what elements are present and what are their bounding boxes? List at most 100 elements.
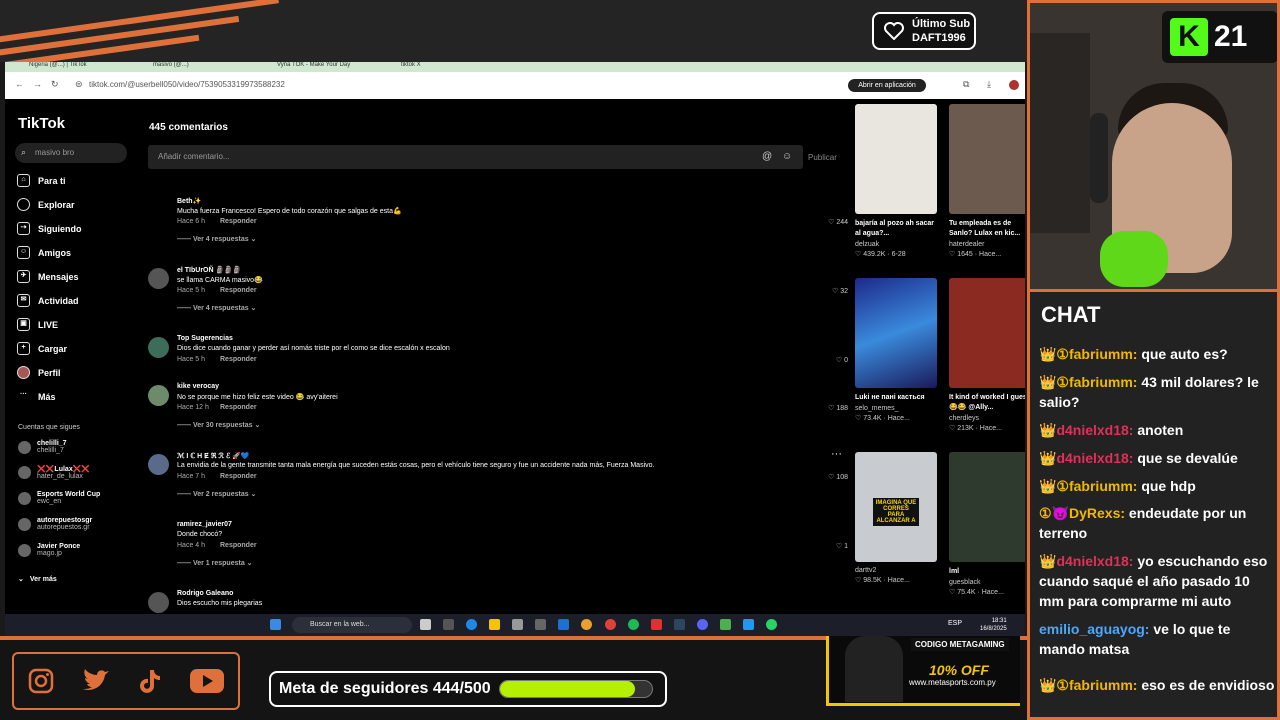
video-thumbnail[interactable]	[855, 104, 937, 214]
profile-avatar[interactable]	[1009, 80, 1019, 90]
video-thumbnail[interactable]	[949, 104, 1025, 214]
store-icon[interactable]	[535, 619, 546, 630]
nav-mensajes[interactable]: ✈ Mensajes	[17, 270, 79, 283]
site-info-icon[interactable]: ⊜	[75, 79, 83, 90]
chat-username[interactable]: emilio_aguayog:	[1039, 621, 1149, 637]
chat-username[interactable]: d4nielxd18:	[1056, 422, 1133, 438]
spotify-icon[interactable]	[628, 619, 639, 630]
video-thumbnail[interactable]	[949, 452, 1025, 562]
video-author[interactable]: guesblack	[949, 579, 1025, 586]
chat-username[interactable]: fabriumm:	[1069, 677, 1137, 693]
avatar[interactable]	[148, 385, 169, 406]
comment-user[interactable]: Top Sugerencias	[177, 335, 233, 342]
video-card[interactable]: bajaría al pozo ah sacar al agua?... del…	[855, 104, 937, 258]
like-count[interactable]: ♡ 108	[828, 473, 848, 481]
video-thumbnail[interactable]	[949, 278, 1025, 388]
browser-tab[interactable]: Vyna TOK - Make Your Day	[277, 62, 395, 72]
chat-username[interactable]: d4nielxd18:	[1056, 450, 1133, 466]
chat-username[interactable]: fabriumm:	[1069, 346, 1137, 362]
following-item[interactable]: Javier Ponce mago.jp	[18, 543, 80, 557]
view-replies[interactable]: —— Ver 30 respuestas ⌄	[177, 421, 260, 429]
browser-tab[interactable]: Nigeria (@...) | TikTok	[29, 62, 147, 72]
video-card[interactable]: IMAGINA QUE CORRES PARA ALCANZAR A dartt…	[855, 452, 937, 584]
folder-icon[interactable]	[489, 619, 500, 630]
following-item[interactable]: autorepuestosgr autorepuestos.gr	[18, 517, 92, 531]
following-item[interactable]: ❌❌Lulax❌❌ hater_de_lulax	[18, 465, 90, 480]
video-card[interactable]: lml guesblack ♡ 75.4K · Hace...	[949, 452, 1025, 596]
nav-perfil[interactable]: Perfil	[17, 366, 61, 379]
outlook-icon[interactable]	[558, 619, 569, 630]
view-replies[interactable]: —— Ver 2 respuestas ⌄	[177, 490, 256, 498]
chrome-alt-icon[interactable]	[605, 619, 616, 630]
more-options-icon[interactable]: ···	[831, 448, 842, 460]
nav-cargar[interactable]: + Cargar	[17, 342, 67, 355]
reply-button[interactable]: Responder	[220, 287, 257, 294]
reply-button[interactable]: Responder	[220, 473, 257, 480]
tiktok-logo[interactable]: TikTok	[18, 115, 65, 132]
browser-tab[interactable]: masivo (@...)	[153, 62, 271, 72]
like-count[interactable]: ♡ 32	[832, 287, 848, 295]
steam-icon[interactable]	[674, 619, 685, 630]
task-view-icon[interactable]	[420, 619, 431, 630]
reply-button[interactable]: Responder	[220, 218, 257, 225]
avatar[interactable]	[148, 268, 169, 289]
chat-username[interactable]: fabriumm:	[1069, 374, 1137, 390]
video-author[interactable]: cherdleys	[949, 415, 1025, 422]
discord-icon[interactable]	[697, 619, 708, 630]
app-icon[interactable]	[651, 619, 662, 630]
view-replies[interactable]: —— Ver 4 respuestas ⌄	[177, 235, 256, 243]
view-replies[interactable]: —— Ver 4 respuestas ⌄	[177, 304, 256, 312]
avatar[interactable]	[148, 337, 169, 358]
comment-user[interactable]: kike verocay	[177, 383, 219, 390]
like-count[interactable]: ♡ 188	[828, 404, 848, 412]
widgets-icon[interactable]	[443, 619, 454, 630]
following-item[interactable]: chelilli_7 chelilli_7	[18, 440, 67, 454]
video-author[interactable]: delzuak	[855, 241, 937, 248]
nav-para-ti[interactable]: ⌂ Para ti	[17, 174, 66, 187]
comment-input[interactable]: Añadir comentario...	[148, 145, 803, 169]
app-icon[interactable]	[720, 619, 731, 630]
calculator-icon[interactable]	[512, 619, 523, 630]
video-author[interactable]: darttv2	[855, 567, 937, 574]
following-item[interactable]: Esports World Cup ewc_en	[18, 491, 100, 505]
post-comment-button[interactable]: Publicar	[808, 153, 837, 162]
reply-button[interactable]: Responder	[220, 404, 257, 411]
chrome-icon[interactable]	[581, 619, 592, 630]
download-icon[interactable]: ⤓	[987, 79, 991, 90]
taskbar-search[interactable]: Buscar en la web...	[292, 617, 412, 633]
video-thumbnail[interactable]	[855, 278, 937, 388]
avatar[interactable]	[148, 592, 169, 613]
nav-siguiendo[interactable]: ⇢ Siguiendo	[17, 222, 82, 235]
reply-button[interactable]: Responder	[220, 542, 257, 549]
comment-user[interactable]: Rodrigo Galeano	[177, 590, 233, 597]
open-app-button[interactable]: Abrir en aplicación	[848, 79, 926, 92]
video-card[interactable]: Luki не пані касться selo_memes_ ♡ 73.4K…	[855, 278, 937, 422]
comment-user[interactable]: Beth✨	[177, 197, 201, 205]
reply-button[interactable]: Responder	[220, 356, 257, 363]
like-count[interactable]: ♡ 244	[828, 218, 848, 226]
video-thumbnail[interactable]: IMAGINA QUE CORRES PARA ALCANZAR A	[855, 452, 937, 562]
nav-explorar[interactable]: Explorar	[17, 198, 75, 211]
avatar[interactable]	[148, 454, 169, 475]
video-card[interactable]: Tu empleada es de Sanlo? Lulax en kic...…	[949, 104, 1025, 258]
comment-user[interactable]: ℳ I ℂ H Ɇ ℜ ℛ ℰ 🚀💙	[177, 452, 250, 460]
nav-amigos[interactable]: ☺ Amigos	[17, 246, 71, 259]
emoji-icon[interactable]: ☺	[782, 151, 792, 162]
mention-icon[interactable]: @	[762, 151, 772, 162]
video-card[interactable]: It kind of worked I guess 😂😂 @Ally... ch…	[949, 278, 1025, 432]
like-count[interactable]: ♡ 1	[836, 542, 848, 550]
url-field[interactable]: tiktok.com/@userbell050/video/7539053319…	[89, 80, 285, 89]
video-author[interactable]: selo_memes_	[855, 405, 937, 412]
language-indicator[interactable]: ESP	[948, 620, 962, 627]
browser-tab[interactable]: tiktok X	[401, 62, 519, 72]
nav-actividad[interactable]: ✉ Actividad	[17, 294, 79, 307]
extensions-icon[interactable]: ⧉	[963, 79, 969, 90]
vscode-icon[interactable]	[743, 619, 754, 630]
windows-start-icon[interactable]	[270, 619, 281, 630]
view-replies[interactable]: —— Ver 1 respuesta ⌄	[177, 559, 253, 567]
reload-icon[interactable]: ↻	[51, 79, 59, 90]
chat-username[interactable]: DyRexs:	[1069, 505, 1125, 521]
chat-username[interactable]: fabriumm:	[1069, 478, 1137, 494]
comment-user[interactable]: el TIbUrOÑ 🗿🗿🗿	[177, 266, 242, 274]
chat-username[interactable]: d4nielxd18:	[1056, 553, 1133, 569]
